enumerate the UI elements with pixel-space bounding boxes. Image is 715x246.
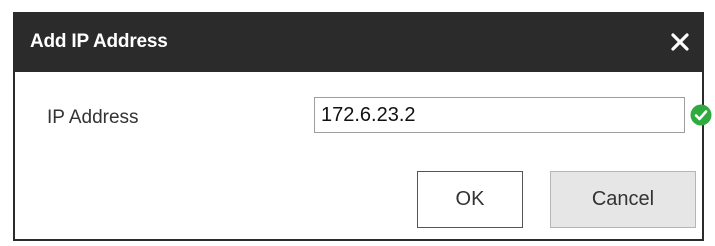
cancel-button[interactable]: Cancel [550, 171, 696, 228]
ok-button[interactable]: OK [417, 171, 523, 228]
close-icon[interactable] [666, 28, 694, 56]
dialog-titlebar: Add IP Address [15, 14, 702, 72]
ip-address-label: IP Address [47, 107, 139, 128]
add-ip-dialog: Add IP Address IP Address OK Cancel [13, 12, 712, 241]
ip-address-input[interactable] [314, 97, 685, 133]
check-circle-icon [690, 104, 712, 126]
dialog-title: Add IP Address [30, 31, 168, 52]
